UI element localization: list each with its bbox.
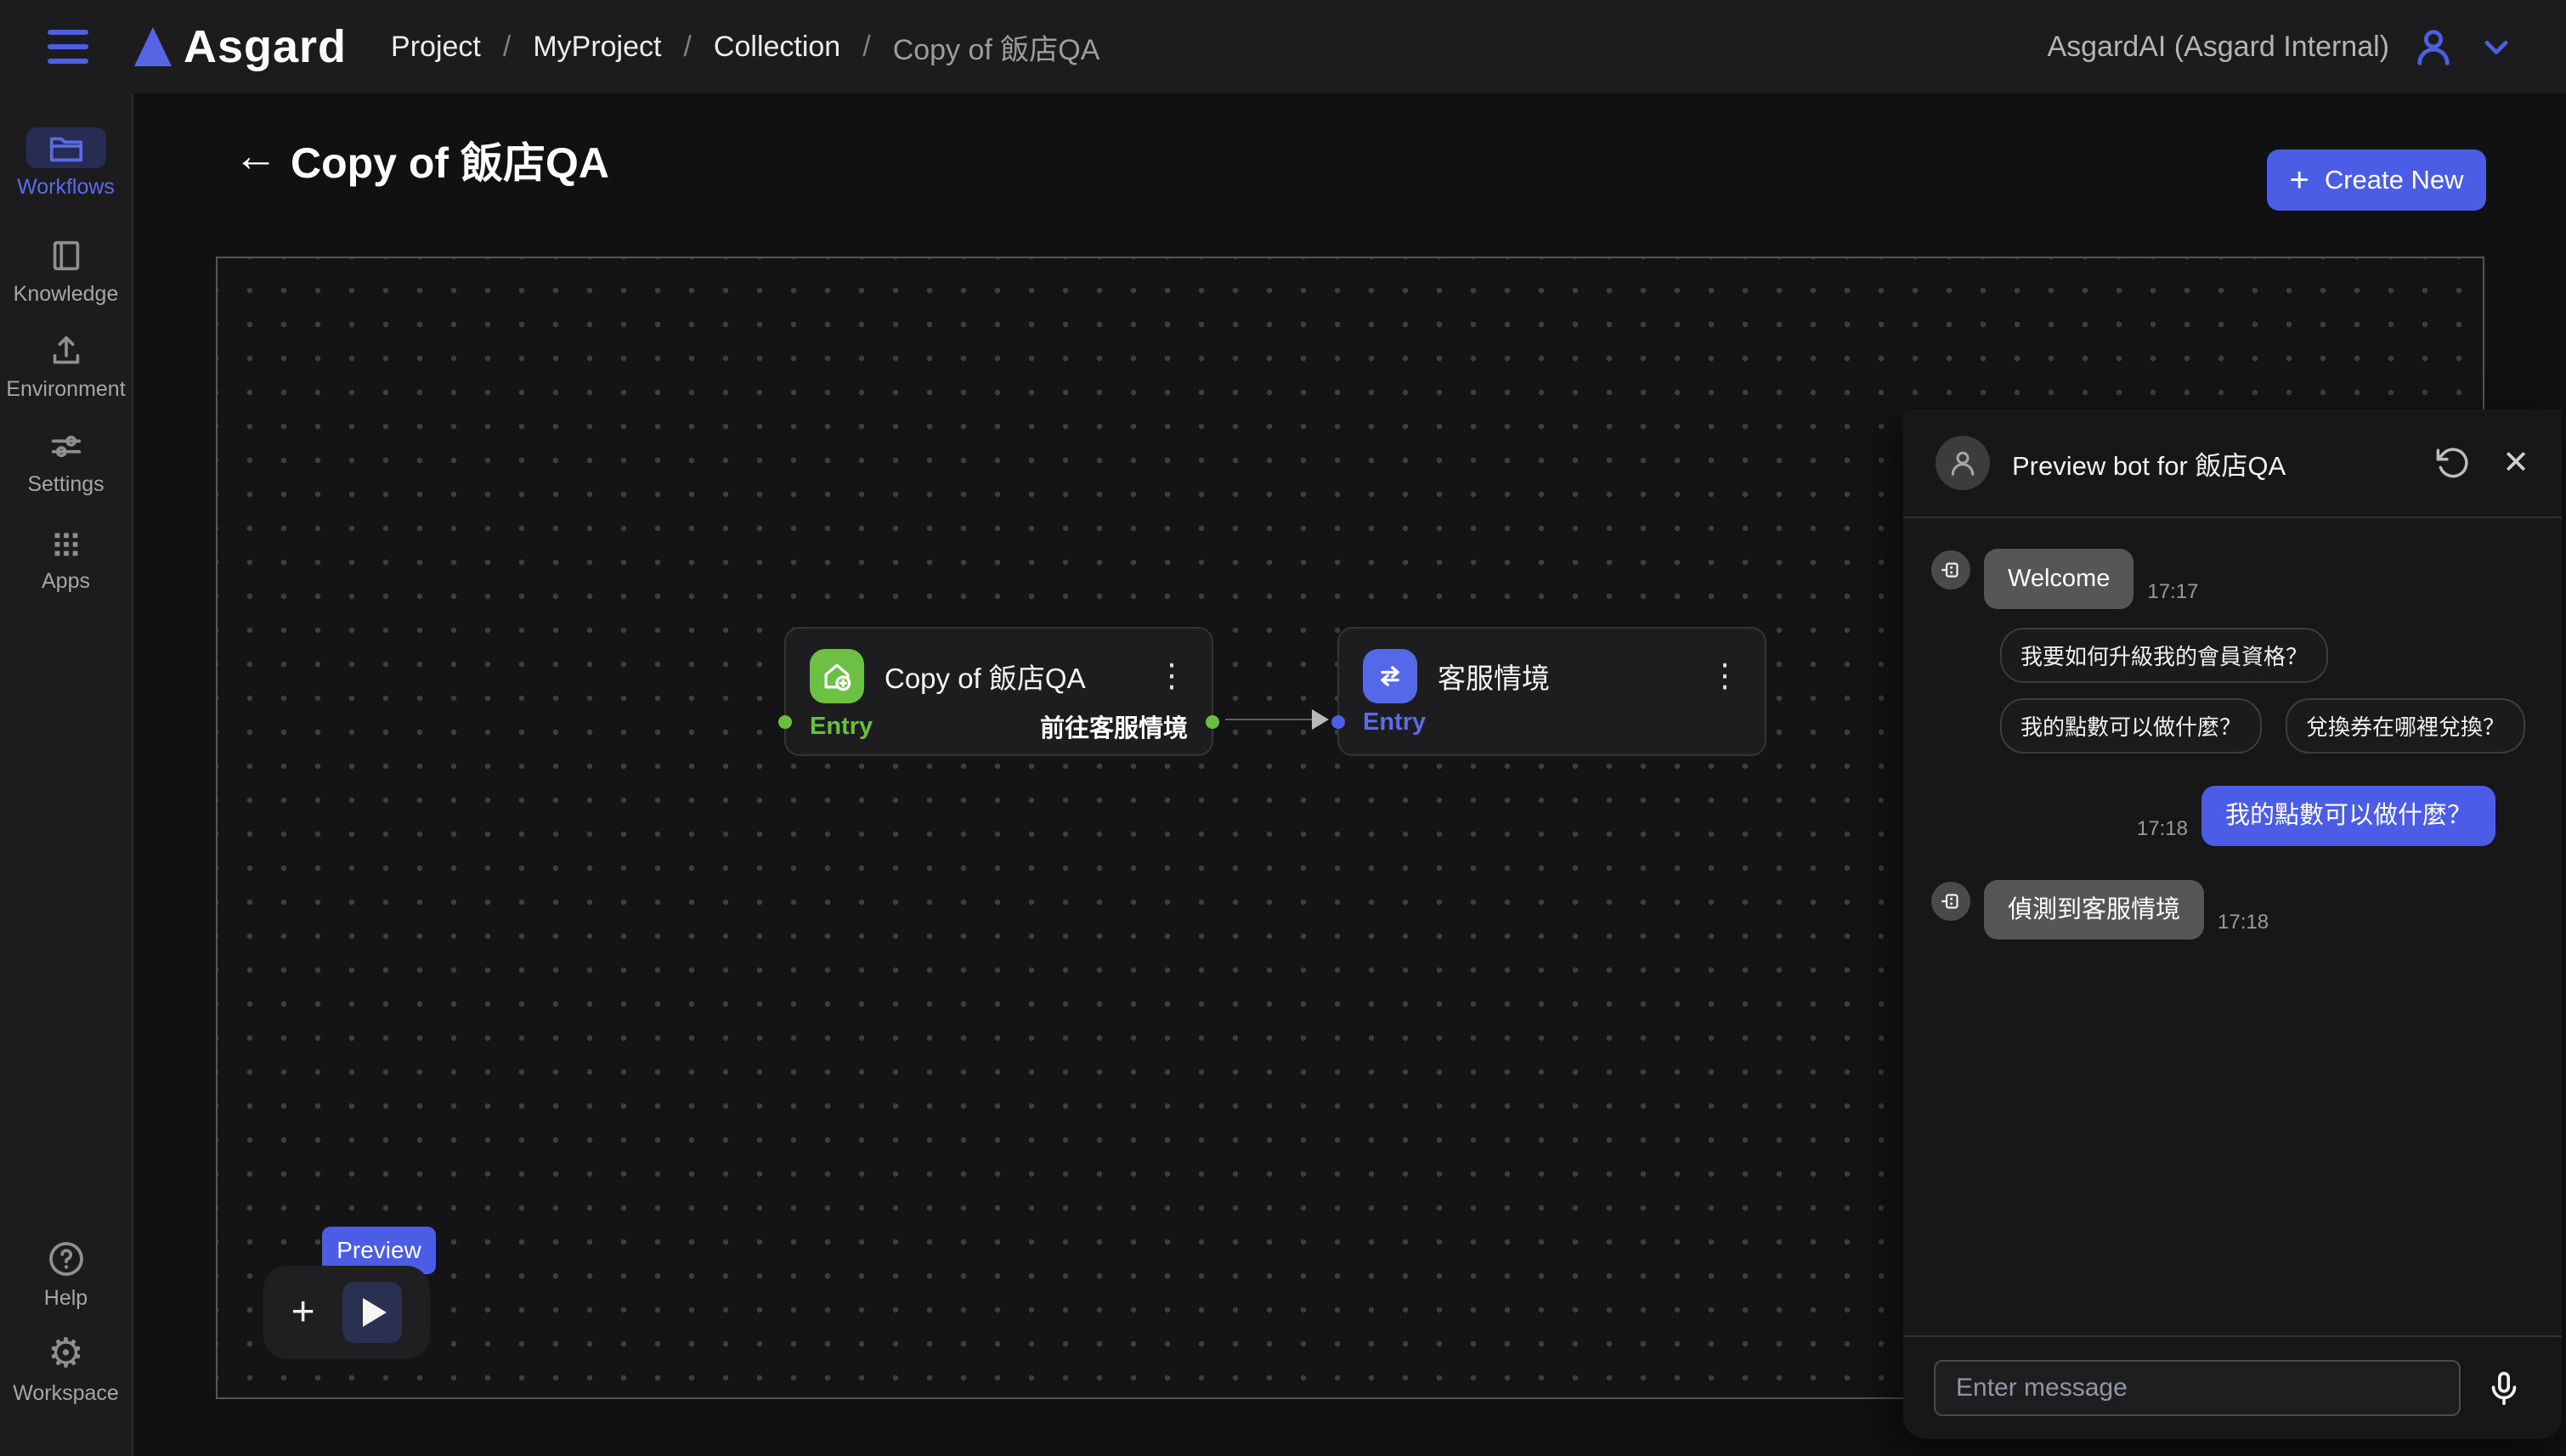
create-new-button[interactable]: + Create New	[2267, 150, 2486, 211]
sidebar-item-label: Settings	[27, 472, 104, 497]
robot-icon	[1931, 550, 1970, 590]
sidebar-item-help[interactable]: Help	[0, 1239, 132, 1311]
chat-message-list: Welcome 17:17 我要如何升級我的會員資格？ 我的點數可以做什麼？ 兌…	[1903, 518, 2562, 1335]
brand-name: Asgard	[184, 20, 347, 73]
chat-preview-panel: Preview bot for 飯店QA ✕	[1903, 409, 2562, 1439]
close-icon[interactable]: ✕	[2502, 447, 2529, 479]
edge-connector	[1225, 719, 1324, 720]
sidebar-item-label: Knowledge	[14, 282, 119, 307]
sidebar-item-apps[interactable]: Apps	[0, 523, 132, 594]
page-header: ← Copy of 飯店QA + Create New	[133, 93, 2566, 255]
suggestion-chip[interactable]: 兌換券在哪裡兌換？	[2286, 698, 2525, 753]
canvas-dock: +	[263, 1266, 430, 1359]
sidebar-item-settings[interactable]: Settings	[0, 426, 132, 497]
sliders-icon	[47, 426, 86, 466]
top-navbar: Asgard Project / MyProject / Collection …	[0, 0, 2566, 93]
plus-icon: +	[2289, 163, 2309, 197]
sidebar-item-label: Environment	[6, 377, 125, 402]
bot-avatar	[1936, 436, 1990, 490]
sidebar-item-environment[interactable]: Environment	[0, 331, 132, 402]
input-port[interactable]	[778, 715, 792, 729]
chevron-down-icon[interactable]	[2478, 28, 2515, 65]
house-plus-icon	[810, 649, 864, 703]
chat-input-bar	[1903, 1335, 2562, 1439]
chat-message-user: 17:18 我的點數可以做什麼？	[1931, 786, 2534, 846]
suggestion-chip[interactable]: 我要如何升級我的會員資格？	[2000, 628, 2328, 683]
sidebar-item-knowledge[interactable]: Knowledge	[0, 236, 132, 307]
sidebar-item-label: Help	[44, 1286, 88, 1311]
page-title: Copy of 飯店QA	[291, 129, 609, 190]
grid-dots-icon	[47, 523, 86, 562]
chat-panel-title: Preview bot for 飯店QA	[2012, 444, 2286, 483]
input-port[interactable]	[1331, 715, 1345, 729]
node-title: Copy of 飯店QA	[885, 656, 1086, 697]
sidebar: Workflows Knowledge Environment	[0, 93, 133, 1456]
back-button[interactable]: ←	[234, 134, 278, 178]
breadcrumb-separator: /	[503, 31, 511, 64]
book-icon	[47, 236, 86, 275]
sidebar-item-label: Apps	[42, 569, 90, 594]
node-entry-port-label: Entry	[810, 713, 873, 741]
sidebar-item-label: Workflows	[17, 175, 115, 200]
message-timestamp: 17:17	[2147, 580, 2198, 604]
user-avatar-icon[interactable]	[2411, 25, 2456, 69]
breadcrumb-separator: /	[862, 31, 870, 64]
message-bubble: Welcome	[1984, 549, 2134, 609]
breadcrumb-separator: /	[683, 31, 691, 64]
play-icon	[363, 1298, 387, 1327]
folder-icon	[47, 128, 86, 167]
edge-arrowhead-icon	[1312, 709, 1329, 730]
chat-message-bot: 偵測到客服情境 17:18	[1931, 880, 2534, 940]
message-timestamp: 17:18	[2137, 817, 2188, 841]
workflow-node-entry[interactable]: Copy of 飯店QA ⋮ Entry 前往客服情境	[784, 627, 1213, 756]
chat-message-bot: Welcome 17:17	[1931, 549, 2534, 609]
sidebar-item-label: Workspace	[13, 1381, 119, 1406]
asgard-logo-icon	[134, 27, 172, 66]
workflow-node-support[interactable]: 客服情境 ⋮ Entry	[1337, 627, 1766, 756]
suggestion-chips: 我要如何升級我的會員資格？ 我的點數可以做什麼？ 兌換券在哪裡兌換？	[2000, 628, 2534, 753]
breadcrumb-collection[interactable]: Collection	[714, 31, 840, 64]
node-menu-icon[interactable]: ⋮	[1709, 660, 1741, 692]
run-preview-button[interactable]	[342, 1282, 402, 1343]
menu-icon[interactable]	[48, 30, 88, 64]
refresh-icon[interactable]	[2434, 445, 2470, 481]
breadcrumb-myproject[interactable]: MyProject	[533, 31, 661, 64]
message-bubble: 偵測到客服情境	[1984, 880, 2204, 940]
breadcrumb: Project / MyProject / Collection / Copy …	[391, 26, 1099, 68]
gear-icon: ⚙	[48, 1334, 84, 1374]
robot-icon	[1931, 882, 1970, 921]
suggestion-chip[interactable]: 我的點數可以做什麼？	[2000, 698, 2262, 753]
upload-icon	[47, 331, 86, 370]
add-node-button[interactable]: +	[291, 1292, 315, 1333]
breadcrumb-current: Copy of 飯店QA	[893, 26, 1100, 68]
output-port[interactable]	[1206, 715, 1219, 729]
node-title: 客服情境	[1438, 656, 1550, 697]
help-circle-icon	[46, 1239, 87, 1279]
message-bubble: 我的點數可以做什麼？	[2201, 786, 2495, 846]
app-screen: Asgard Project / MyProject / Collection …	[0, 0, 2566, 1456]
swap-arrows-icon	[1363, 649, 1417, 703]
message-timestamp: 17:18	[2218, 911, 2269, 934]
sidebar-item-workspace[interactable]: ⚙ Workspace	[0, 1334, 132, 1406]
node-entry-port-label: Entry	[1363, 708, 1426, 736]
sidebar-item-workflows[interactable]: Workflows	[0, 127, 132, 200]
breadcrumb-project[interactable]: Project	[391, 31, 481, 64]
microphone-icon[interactable]	[2484, 1369, 2524, 1408]
account-name: AsgardAI (Asgard Internal)	[2047, 31, 2389, 64]
message-input[interactable]	[1934, 1360, 2461, 1416]
node-output-label: 前往客服情境	[1040, 708, 1188, 744]
node-menu-icon[interactable]: ⋮	[1156, 660, 1188, 692]
chat-header: Preview bot for 飯店QA ✕	[1903, 409, 2562, 518]
